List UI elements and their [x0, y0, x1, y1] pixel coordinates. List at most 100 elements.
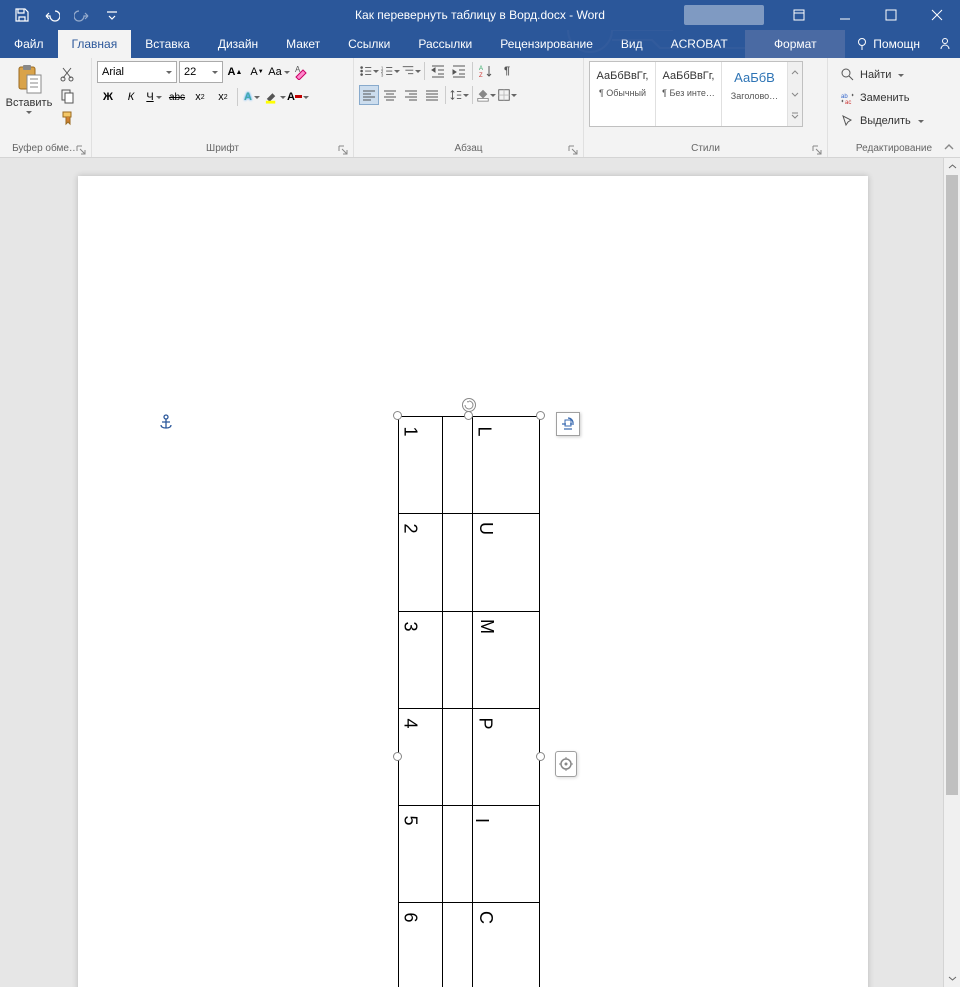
subscript-button[interactable]: x2 [189, 87, 211, 107]
handle-tl[interactable] [393, 411, 402, 420]
style-no-spacing[interactable]: АаБбВвГг, ¶ Без инте… [656, 62, 722, 126]
cell-6-num: 6 [400, 913, 421, 923]
scroll-thumb[interactable] [946, 175, 958, 795]
handle-tr[interactable] [536, 411, 545, 420]
line-spacing-button[interactable] [449, 85, 469, 105]
group-paragraph: 123 AZ ¶ Абзац [354, 58, 584, 157]
collapse-ribbon-button[interactable] [941, 140, 957, 154]
styles-expand[interactable] [788, 105, 802, 126]
tab-review[interactable]: Рецензирование [486, 30, 607, 58]
paste-label: Вставить [5, 97, 53, 109]
tab-mailings[interactable]: Рассылки [404, 30, 486, 58]
share-button[interactable] [930, 30, 960, 58]
borders-button[interactable] [497, 85, 517, 105]
group-font-label: Шрифт [97, 141, 348, 157]
textbox-selection[interactable]: 1L 2U 3M 4P 5I 6C 7S [398, 416, 540, 987]
styles-launcher[interactable] [812, 142, 824, 154]
shading-button[interactable] [476, 85, 496, 105]
tab-acrobat[interactable]: ACROBAT [657, 30, 742, 58]
format-painter-button[interactable] [57, 109, 77, 127]
scroll-down-button[interactable] [944, 970, 960, 987]
superscript-button[interactable]: x2 [212, 87, 234, 107]
styles-scroll-up[interactable] [788, 62, 802, 83]
group-editing-label: Редактирование [833, 141, 955, 157]
close-button[interactable] [914, 0, 960, 30]
font-name-selector[interactable]: Arial [97, 61, 177, 83]
paste-button[interactable]: Вставить [5, 61, 53, 114]
increase-indent-button[interactable] [449, 61, 469, 81]
italic-button[interactable]: К [120, 87, 142, 107]
decrease-indent-button[interactable] [428, 61, 448, 81]
align-center-button[interactable] [380, 85, 400, 105]
sort-button[interactable]: AZ [476, 61, 496, 81]
find-button[interactable]: Найти [837, 65, 928, 85]
cell-2-num: 2 [400, 524, 421, 534]
show-marks-button[interactable]: ¶ [497, 61, 517, 81]
bold-button[interactable]: Ж [97, 87, 119, 107]
replace-button[interactable]: abac Заменить [837, 88, 928, 108]
maximize-button[interactable] [868, 0, 914, 30]
highlight-button[interactable] [264, 87, 286, 107]
tab-design[interactable]: Дизайн [204, 30, 272, 58]
minimize-button[interactable] [822, 0, 868, 30]
rotated-table[interactable]: 1L 2U 3M 4P 5I 6C 7S [398, 416, 540, 987]
svg-text:Z: Z [479, 73, 483, 79]
tell-me[interactable]: Помощн [845, 30, 930, 58]
tab-references[interactable]: Ссылки [334, 30, 404, 58]
tab-home[interactable]: Главная [58, 30, 132, 58]
bullets-button[interactable] [359, 61, 379, 81]
shrink-font-button[interactable]: A▼ [247, 62, 267, 82]
ribbon-display-button[interactable] [776, 0, 822, 30]
handle-tm[interactable] [464, 411, 473, 420]
undo-button[interactable] [38, 2, 66, 28]
user-account[interactable] [684, 5, 764, 25]
grow-font-button[interactable]: A▲ [225, 62, 245, 82]
scroll-track[interactable] [944, 175, 960, 970]
numbering-button[interactable]: 123 [380, 61, 400, 81]
layout-side-button[interactable] [555, 751, 577, 777]
layout-options-button[interactable] [556, 412, 580, 436]
handle-ml[interactable] [393, 752, 402, 761]
multilevel-button[interactable] [401, 61, 421, 81]
quick-access-toolbar [0, 2, 126, 28]
paragraph-launcher[interactable] [568, 142, 580, 154]
styles-gallery[interactable]: АаБбВвГг, ¶ Обычный АаБбВвГг, ¶ Без инте… [589, 61, 803, 127]
font-size-selector[interactable]: 22 [179, 61, 223, 83]
ribbon-tabs: Файл Главная Вставка Дизайн Макет Ссылки… [0, 30, 960, 58]
strikethrough-button[interactable]: abc [166, 87, 188, 107]
scroll-up-button[interactable] [944, 158, 960, 175]
style-heading1[interactable]: АаБбВ Заголово… [722, 62, 788, 126]
cell-5-letter: I [471, 818, 492, 823]
justify-button[interactable] [422, 85, 442, 105]
text-effects-button[interactable]: A [241, 87, 263, 107]
tab-format[interactable]: Формат [745, 30, 845, 58]
select-button[interactable]: Выделить [837, 111, 928, 131]
tab-file[interactable]: Файл [0, 30, 58, 58]
tab-view[interactable]: Вид [607, 30, 657, 58]
cell-1-letter: L [474, 426, 495, 436]
styles-scroll-down[interactable] [788, 83, 802, 104]
font-name-value: Arial [102, 66, 124, 78]
change-case-button[interactable]: Aa [269, 62, 289, 82]
font-launcher[interactable] [338, 142, 350, 154]
style-normal[interactable]: АаБбВвГг, ¶ Обычный [590, 62, 656, 126]
align-left-button[interactable] [359, 85, 379, 105]
redo-button[interactable] [68, 2, 96, 28]
clear-formatting-button[interactable]: A [291, 62, 311, 82]
underline-button[interactable]: Ч [143, 87, 165, 107]
svg-text:ac: ac [845, 100, 851, 105]
cut-button[interactable] [57, 65, 77, 83]
clipboard-launcher[interactable] [76, 142, 88, 154]
save-button[interactable] [8, 2, 36, 28]
tab-insert[interactable]: Вставка [131, 30, 204, 58]
handle-mr[interactable] [536, 752, 545, 761]
align-right-button[interactable] [401, 85, 421, 105]
font-color-button[interactable]: A [287, 87, 309, 107]
cell-2-letter: U [475, 522, 496, 535]
ribbon: Вставить Буфер обме… Arial 22 A▲ A▼ Aa A [0, 58, 960, 158]
qat-customize-button[interactable] [98, 2, 126, 28]
rotate-handle[interactable] [462, 398, 476, 412]
copy-button[interactable] [57, 87, 77, 105]
group-styles-label: Стили [589, 141, 822, 157]
tab-layout[interactable]: Макет [272, 30, 334, 58]
